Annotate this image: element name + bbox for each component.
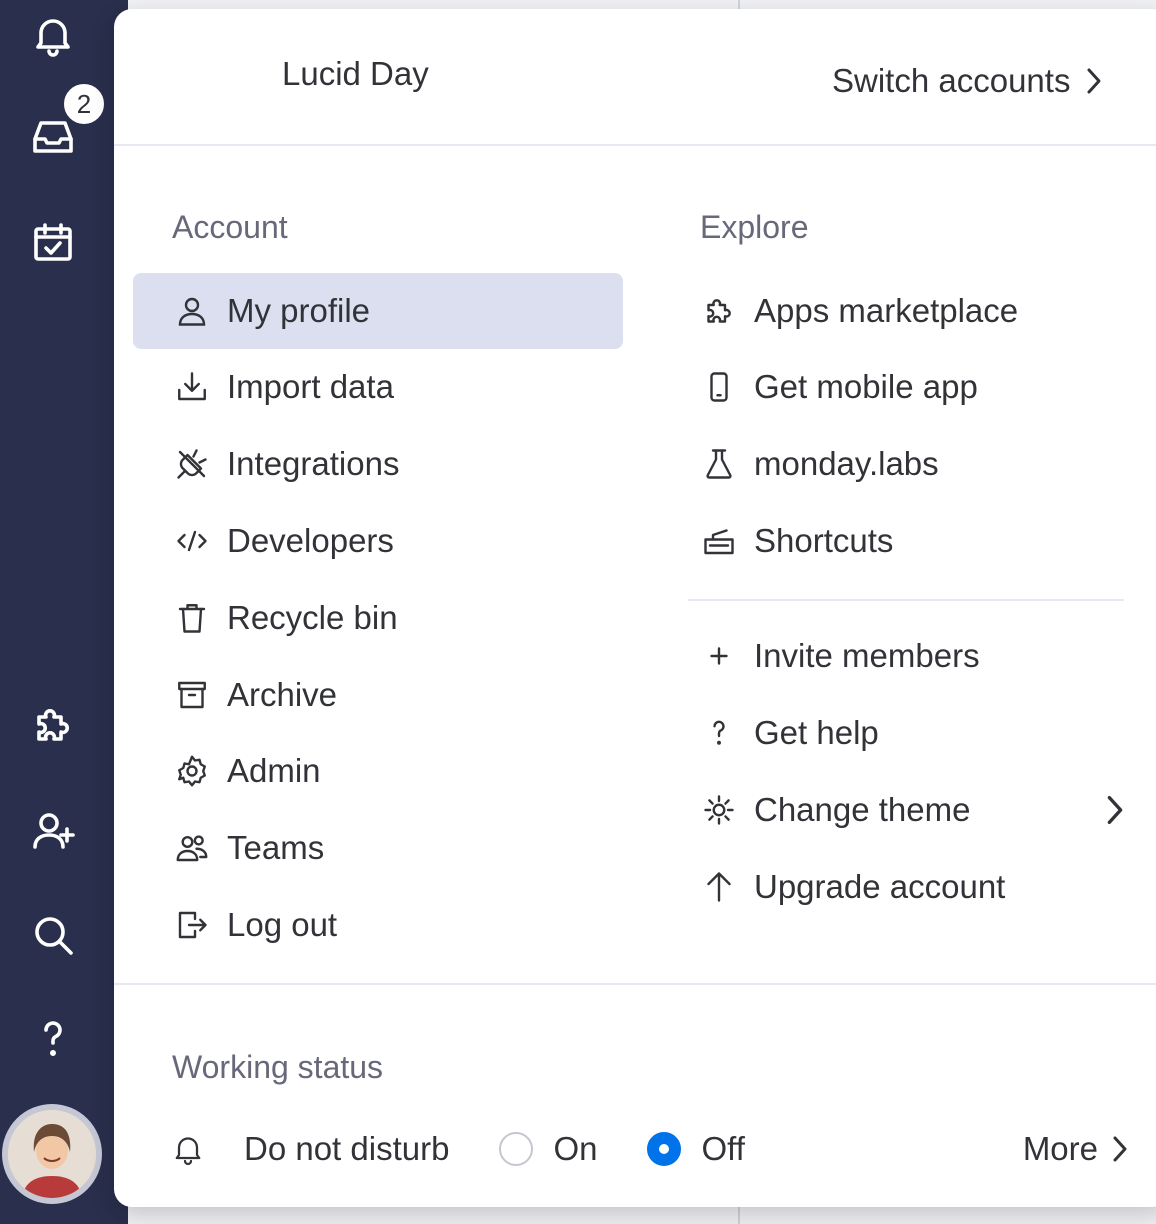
working-status-divider — [114, 983, 1156, 985]
profile-menu-panel: Lucid Day Switch accounts Account My pro… — [114, 9, 1156, 1207]
menu-item-apps-marketplace[interactable]: Apps marketplace — [688, 273, 1128, 349]
menu-item-label: monday.labs — [754, 445, 939, 482]
menu-item-label: Change theme — [754, 791, 971, 828]
user-avatar-button[interactable] — [2, 1104, 102, 1204]
menu-item-label: Get help — [754, 714, 879, 751]
chevron-right-icon — [1107, 795, 1123, 825]
menu-item-developers[interactable]: Developers — [133, 503, 623, 579]
more-button[interactable]: More — [1023, 1130, 1130, 1168]
menu-item-invite-members[interactable]: Invite members — [688, 618, 1128, 694]
menu-item-recycle-bin[interactable]: Recycle bin — [133, 580, 623, 656]
archive-icon — [171, 674, 213, 716]
menu-item-label: Archive — [227, 676, 338, 713]
menu-item-integrations[interactable]: Integrations — [133, 426, 623, 502]
bell-icon[interactable] — [26, 8, 80, 62]
chevron-right-icon — [1087, 68, 1101, 94]
calendar-check-icon[interactable] — [26, 216, 80, 270]
menu-item-my-profile[interactable]: My profile — [133, 273, 623, 349]
mobile-icon — [698, 366, 740, 408]
keyboard-icon — [698, 520, 740, 562]
dnd-on-label[interactable]: On — [553, 1130, 597, 1168]
menu-item-label: Import data — [227, 368, 394, 405]
menu-item-log-out[interactable]: Log out — [133, 887, 623, 963]
do-not-disturb-label: Do not disturb — [244, 1130, 450, 1167]
plus-icon — [698, 635, 740, 677]
add-user-icon[interactable] — [26, 804, 80, 858]
menu-item-label: Developers — [227, 522, 394, 559]
dnd-on-radio[interactable] — [499, 1132, 534, 1166]
menu-item-label: Integrations — [227, 445, 400, 482]
question-icon — [698, 712, 740, 754]
avatar — [8, 1110, 96, 1198]
explore-divider — [688, 599, 1124, 601]
menu-item-change-theme[interactable]: Change theme — [688, 772, 1128, 848]
account-section-title: Account — [172, 209, 288, 245]
inbox-badge: 2 — [62, 82, 106, 126]
puzzle-icon[interactable] — [26, 698, 80, 752]
menu-item-label: Get mobile app — [754, 368, 978, 405]
help-icon[interactable] — [26, 1012, 80, 1066]
menu-item-teams[interactable]: Teams — [133, 810, 623, 886]
team-icon — [171, 827, 213, 869]
menu-item-archive[interactable]: Archive — [133, 657, 623, 733]
menu-item-import-data[interactable]: Import data — [133, 349, 623, 425]
gear-icon — [171, 750, 213, 792]
more-label: More — [1022, 1130, 1098, 1167]
working-status-title: Working status — [172, 1049, 384, 1085]
arrow-up-icon — [698, 866, 740, 908]
left-rail: 2 — [0, 0, 128, 1224]
menu-item-label: Shortcuts — [754, 522, 894, 559]
user-icon — [171, 290, 213, 332]
plug-icon — [171, 443, 213, 485]
sun-icon — [698, 789, 740, 831]
dnd-off-radio[interactable] — [647, 1132, 682, 1166]
menu-item-get-help[interactable]: Get help — [688, 695, 1128, 771]
chevron-right-icon — [1113, 1136, 1127, 1162]
switch-accounts-button[interactable]: Switch accounts — [832, 55, 1122, 107]
flask-icon — [698, 443, 740, 485]
code-icon — [171, 520, 213, 562]
menu-item-label: Invite members — [754, 637, 980, 674]
menu-item-label: Teams — [227, 829, 325, 866]
trash-icon — [171, 597, 213, 639]
explore-section-title: Explore — [700, 209, 809, 245]
switch-accounts-label: Switch accounts — [832, 62, 1071, 99]
dnd-off-label[interactable]: Off — [701, 1130, 744, 1168]
menu-item-label: Recycle bin — [227, 599, 398, 636]
menu-item-monday-labs[interactable]: monday.labs — [688, 426, 1128, 502]
header-divider — [114, 144, 1156, 146]
menu-item-label: Upgrade account — [754, 868, 1006, 905]
menu-item-label: Admin — [227, 752, 321, 789]
menu-item-label: Log out — [227, 906, 338, 943]
menu-item-label: My profile — [227, 292, 371, 329]
menu-item-admin[interactable]: Admin — [133, 733, 623, 809]
account-name: Lucid Day — [282, 55, 429, 92]
bell-icon — [170, 1131, 206, 1167]
do-not-disturb-row: Do not disturb On Off More — [170, 1121, 1130, 1177]
menu-item-shortcuts[interactable]: Shortcuts — [688, 503, 1128, 579]
menu-item-get-mobile-app[interactable]: Get mobile app — [688, 349, 1128, 425]
menu-item-upgrade-account[interactable]: Upgrade account — [688, 849, 1128, 925]
menu-item-label: Apps marketplace — [754, 292, 1019, 329]
download-icon — [171, 366, 213, 408]
puzzle-icon — [698, 290, 740, 332]
search-icon[interactable] — [26, 908, 80, 962]
logout-icon — [171, 904, 213, 946]
